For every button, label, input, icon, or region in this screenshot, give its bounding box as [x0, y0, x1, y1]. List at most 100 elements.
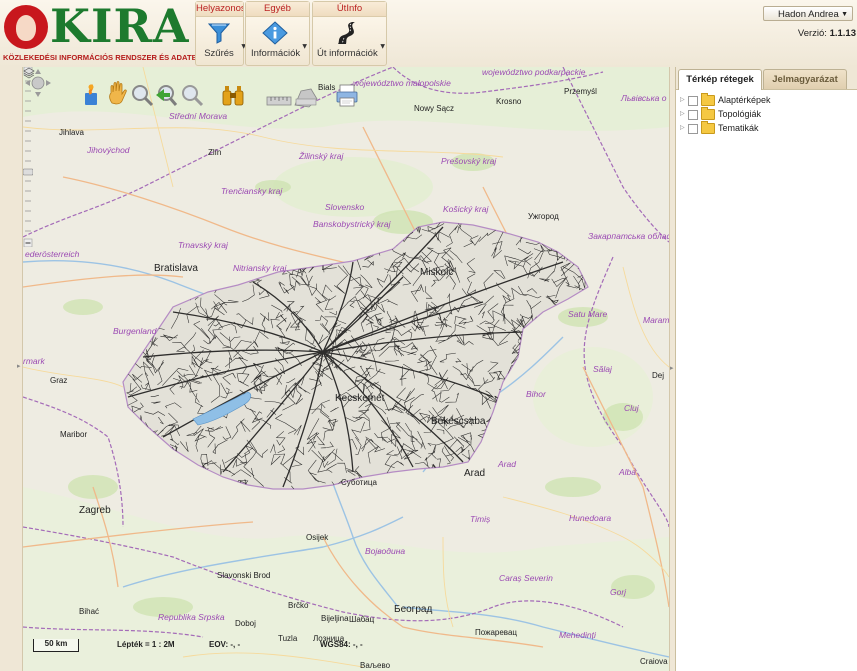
map-label-city: Bihać — [79, 607, 100, 616]
expand-arrow-icon[interactable]: ▷ — [680, 121, 688, 135]
tab-terkep-retegek[interactable]: Térkép rétegek — [678, 69, 762, 90]
map-label-region: Закарпатська область — [588, 231, 669, 241]
map-label-big-city: Kecskemét — [335, 393, 385, 404]
logo-subtitle: KÖZLEKEDÉSI INFORMÁCIÓS RENDSZER ÉS ADAT… — [3, 53, 215, 62]
map-label-region: województwo podkarpackie — [482, 67, 586, 77]
map-label-big-city: Београд — [394, 604, 433, 615]
ribbon-group-egyeb: Egyéb Információk ▼ — [245, 1, 310, 66]
tree-item-alapterkepek[interactable]: ▷ Alaptérképek — [680, 93, 771, 107]
map-label-region: Trenčiansky kraj — [221, 186, 283, 196]
map-label-region: Jihovýchod — [87, 145, 130, 155]
binoculars-icon[interactable] — [221, 83, 245, 109]
collapse-handle-icon[interactable]: ▸ — [670, 364, 674, 372]
map-label-region: Војводина — [365, 546, 406, 556]
filter-button[interactable]: Szűrés ▼ — [200, 19, 246, 63]
zoom-slider[interactable] — [23, 67, 33, 247]
layers-panel: Térkép rétegek Jelmagyarázat ▷ Alaptérkép… — [675, 67, 857, 671]
map-view[interactable]: województwo małopolskie województwo podk… — [23, 67, 669, 671]
info-icon — [262, 21, 288, 45]
map-label-city: Maribor — [60, 430, 88, 439]
map-label-region: Banskobystrický kraj — [313, 219, 391, 229]
print-icon[interactable] — [335, 83, 359, 109]
info-button-label: Információk — [251, 48, 301, 59]
map-label-city: Krosno — [496, 97, 522, 106]
expand-arrow-icon[interactable]: ▷ — [680, 93, 688, 107]
pan-down-icon[interactable] — [35, 92, 41, 97]
map-label-city: Шабац — [349, 615, 375, 624]
tree-item-topologiak[interactable]: ▷ Topológiák — [680, 107, 771, 121]
wgs84-readout: WGS84: -, - — [320, 640, 363, 649]
layer-checkbox[interactable] — [688, 109, 698, 120]
map-label-region: Košický kraj — [443, 204, 489, 214]
map-label-region: Timiș — [470, 514, 491, 524]
map-label-region: Nitriansky kraj — [233, 263, 287, 273]
logo-face-icon — [4, 5, 48, 49]
layer-switcher-icon[interactable] — [23, 67, 35, 79]
layer-checkbox[interactable] — [688, 95, 698, 106]
map-label-region: Republika Srpska — [158, 612, 225, 622]
map-label-region: Cluj — [624, 403, 639, 413]
map-label-region: Burgenland — [113, 326, 157, 336]
version-label: Verzió: — [797, 28, 827, 39]
map-canvas — [23, 67, 669, 671]
map-label-city: Doboj — [235, 619, 256, 628]
user-select[interactable]: Hadon Andrea ▼ — [763, 6, 853, 21]
clear-selection-tool[interactable] — [80, 83, 104, 109]
road-icon — [338, 22, 355, 44]
chevron-down-icon: ▼ — [302, 43, 307, 50]
zoom-slider-thumb[interactable] — [23, 168, 33, 176]
map-label-city: Graz — [50, 376, 68, 385]
measure-area-tool[interactable] — [293, 85, 319, 111]
expand-handle-icon[interactable]: ▸ — [17, 362, 21, 370]
tab-jelmagyarazat[interactable]: Jelmagyarázat — [763, 69, 847, 89]
pan-up-icon[interactable] — [35, 69, 41, 74]
logo-text: KIRA — [50, 0, 190, 53]
map-label-region: Gorj — [610, 587, 627, 597]
map-label-region: Maram — [643, 315, 669, 325]
measure-distance-tool[interactable] — [266, 87, 292, 113]
filter-button-label: Szűrés — [204, 48, 234, 59]
wgs84-label: WGS84: — [320, 640, 351, 649]
folder-icon — [701, 93, 715, 107]
panel-tabs: Térkép rétegek Jelmagyarázat — [676, 67, 857, 90]
eov-value: -, - — [230, 640, 241, 649]
road-info-button[interactable]: Út információk ▼ — [317, 19, 385, 63]
pan-right-icon[interactable] — [46, 80, 51, 86]
map-label-city: Суботица — [341, 478, 377, 487]
tree-item-label: Tematikák — [718, 123, 759, 133]
zoom-previous-tool[interactable] — [154, 83, 178, 109]
map-label-region: Trnavský kraj — [178, 240, 228, 250]
map-label-big-city: Békéscsaba — [431, 416, 486, 427]
left-collapse-strip[interactable]: ▸ — [0, 67, 23, 671]
map-label-city: Tuzla — [278, 634, 298, 643]
filter-icon — [207, 23, 231, 44]
scale-bar-label: 50 km — [44, 639, 68, 648]
map-label-city: Brčko — [288, 601, 309, 610]
map-label-city: Craiova — [640, 657, 668, 666]
map-label-city: Ваљево — [360, 661, 391, 670]
kira-logo: KIRA KÖZLEKEDÉSI INFORMÁCIÓS RENDSZER ÉS… — [0, 0, 214, 66]
map-label-city: Nowy Sącz — [414, 104, 455, 113]
info-button[interactable]: Információk ▼ — [251, 19, 307, 63]
ribbon-group-title: Helyazonosí — [196, 2, 243, 17]
map-label-region: Bihor — [526, 389, 546, 399]
map-label-region: Arad — [498, 459, 516, 469]
zoom-next-tool[interactable] — [180, 83, 204, 109]
folder-icon — [701, 107, 715, 121]
expand-arrow-icon[interactable]: ▷ — [680, 107, 688, 121]
map-label-partial: ederösterreich — [25, 249, 80, 259]
wgs84-value: -, - — [352, 640, 363, 649]
map-label-city: Dej — [652, 371, 665, 380]
map-label-region: Žilinský kraj — [299, 151, 344, 161]
app-header: KIRA KÖZLEKEDÉSI INFORMÁCIÓS RENDSZER ÉS… — [0, 0, 857, 68]
pan-hand-tool[interactable] — [106, 81, 130, 107]
map-label-region: Mehedinți — [559, 630, 596, 640]
map-label-partial: Bials — [318, 83, 336, 92]
map-label-partial: rmark — [23, 356, 45, 366]
tree-item-tematikak[interactable]: ▷ Tematikák — [680, 121, 771, 135]
scale-label: Lépték — [117, 640, 143, 649]
layer-checkbox[interactable] — [688, 123, 698, 134]
scale-value: 1 : 2M — [151, 640, 175, 649]
map-label-region: Львівська о — [621, 93, 667, 103]
zoom-box-tool[interactable] — [130, 83, 154, 109]
